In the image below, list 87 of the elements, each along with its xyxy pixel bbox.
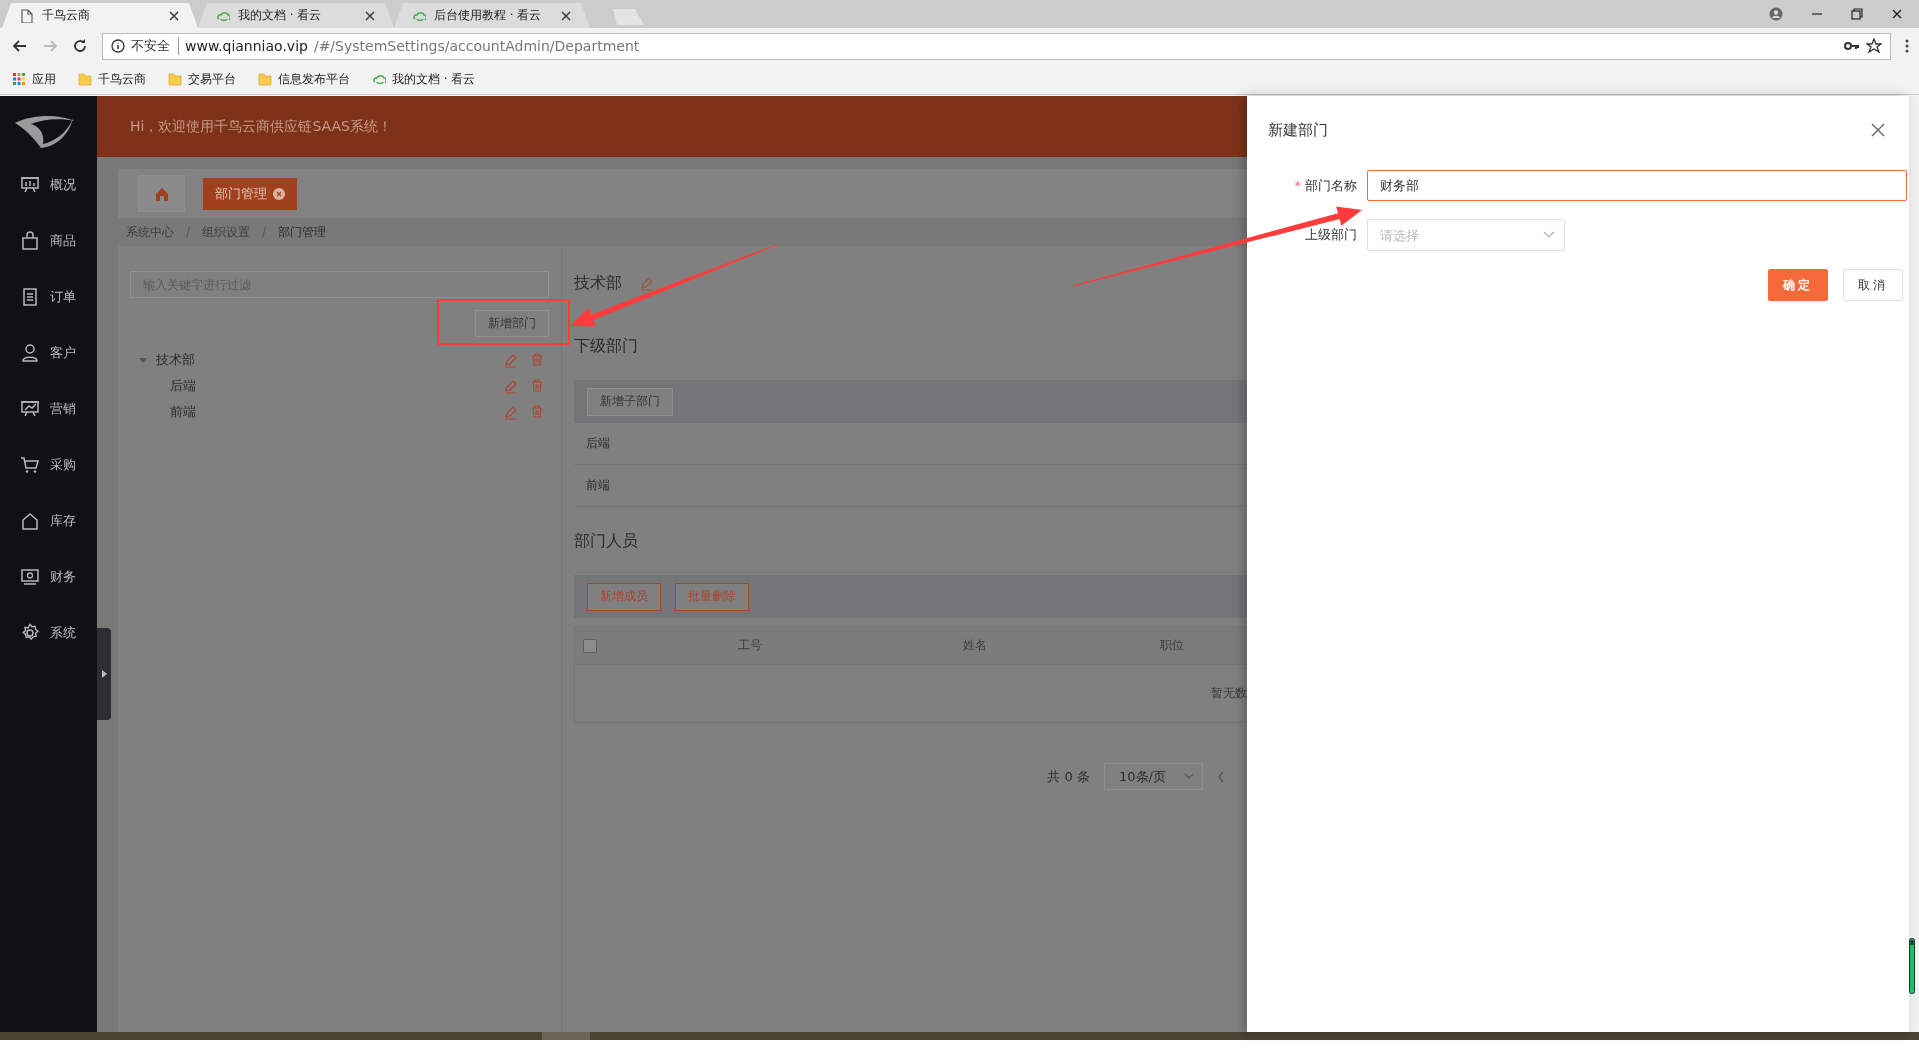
star-icon[interactable] — [1866, 38, 1882, 54]
department-title: 技术部 — [574, 272, 622, 294]
sidebar-item[interactable]: 概况 — [0, 157, 97, 213]
close-icon[interactable] — [560, 9, 572, 22]
field-label: 上级部门 — [1304, 226, 1358, 244]
back-icon[interactable] — [12, 38, 28, 54]
url-host: www.qianniao.vip — [185, 38, 308, 54]
folder-icon — [78, 72, 92, 86]
drawer-title: 新建部门 — [1268, 120, 1328, 140]
tab-title: 后台使用教程 · 看云 — [434, 7, 543, 24]
home-button[interactable] — [138, 175, 185, 212]
close-icon[interactable] — [168, 9, 180, 22]
folder-icon — [168, 72, 182, 86]
chevron-down-icon — [1543, 231, 1555, 238]
sidebar-item[interactable]: 采购 — [0, 437, 97, 493]
breadcrumb-separator: / — [262, 225, 267, 239]
close-icon[interactable] — [1891, 8, 1903, 20]
column-header: 工号 — [737, 637, 763, 654]
sidebar-item[interactable]: 财务 — [0, 549, 97, 605]
tree-node-label[interactable]: 后端 — [170, 377, 504, 395]
caret-icon[interactable] — [138, 355, 148, 365]
apps-grid-icon — [12, 72, 26, 86]
tree-node-label[interactable]: 技术部 — [156, 351, 504, 369]
browser-tab[interactable]: 后台使用教程 · 看云 — [394, 3, 590, 28]
column-header: 职位 — [1159, 637, 1185, 654]
folder-icon — [258, 72, 272, 86]
sidebar-item[interactable]: 系统 — [0, 605, 97, 661]
bookmark[interactable]: 千鸟云商 — [78, 70, 146, 88]
bag-icon — [20, 231, 40, 251]
parent-department-select[interactable]: 请选择 — [1367, 219, 1565, 251]
info-icon[interactable] — [111, 39, 125, 53]
gauge-icon[interactable] — [1909, 938, 1915, 994]
field-label: * 部门名称 — [1293, 176, 1358, 195]
reload-icon[interactable] — [72, 38, 88, 54]
cancel-button[interactable]: 取消 — [1843, 269, 1903, 301]
page-size-select[interactable]: 10条/页 — [1104, 763, 1203, 790]
house-icon — [20, 511, 40, 531]
address-bar[interactable]: 不安全 www.qianniao.vip /#/SystemSettings/accountAdmin/Department — [102, 32, 1891, 60]
tab-title: 千鸟云商 — [42, 7, 91, 24]
settings-icon — [20, 623, 40, 643]
cart-icon — [20, 455, 40, 475]
url-path: /#/SystemSettings/accountAdmin/Department — [313, 38, 640, 54]
section-heading: 下级部门 — [574, 335, 638, 357]
chart-icon — [20, 399, 40, 419]
sidebar-item[interactable]: 商品 — [0, 213, 97, 269]
page-tab[interactable]: 部门管理 — [203, 177, 297, 210]
page-icon — [20, 8, 34, 23]
bookmark[interactable]: 应用 — [12, 70, 56, 88]
close-icon[interactable] — [364, 9, 376, 22]
sidebar-item[interactable]: 订单 — [0, 269, 97, 325]
sidebar-item[interactable]: 库存 — [0, 493, 97, 549]
sidebar-item[interactable]: 营销 — [0, 381, 97, 437]
profile-icon[interactable] — [1769, 7, 1783, 21]
welcome-banner: Hi，欢迎使用千鸟云商供应链SAAS系统！ — [97, 96, 1247, 157]
cloud-icon — [372, 72, 386, 86]
document-icon — [20, 287, 40, 307]
collapse-handle[interactable] — [97, 628, 111, 720]
section-heading: 部门人员 — [574, 530, 638, 552]
tab-title: 我的文档 · 看云 — [238, 7, 323, 24]
sub-department-row[interactable]: 前端 — [574, 465, 1247, 507]
previous-page-icon[interactable] — [1217, 770, 1225, 783]
browser-tab[interactable]: 千鸟云商 — [2, 3, 198, 28]
house-icon — [154, 186, 169, 201]
register-icon — [20, 567, 40, 587]
breadcrumb-separator: / — [186, 225, 191, 239]
column-header: 姓名 — [962, 637, 988, 654]
checkbox[interactable] — [583, 638, 597, 653]
board-icon — [20, 175, 40, 195]
bookmark[interactable]: 交易平台 — [168, 70, 236, 88]
restore-icon[interactable] — [1851, 8, 1863, 20]
name-input-field[interactable]: 财务部 — [1367, 170, 1907, 201]
sidebar-item[interactable]: 客户 — [0, 325, 97, 381]
person-icon — [20, 343, 40, 363]
tree-node-label[interactable]: 前端 — [170, 403, 504, 421]
bookmark[interactable]: 信息发布平台 — [258, 70, 350, 88]
total-count: 共 0 条 — [1047, 767, 1090, 786]
bookmark[interactable]: 我的文档 · 看云 — [372, 70, 476, 88]
chevron-down-icon — [1184, 773, 1194, 780]
browser-tab[interactable]: 我的文档 · 看云 — [198, 3, 394, 28]
sub-department-row[interactable]: 后端 — [574, 423, 1247, 465]
close-icon[interactable] — [1871, 123, 1885, 137]
menu-icon[interactable] — [1905, 39, 1909, 53]
breadcrumb-item: 部门管理 — [278, 223, 327, 241]
caret-icon — [101, 670, 107, 678]
key-icon[interactable] — [1844, 39, 1860, 53]
security-label: 不安全 — [131, 37, 179, 55]
empty-message: 暂无数 — [1211, 685, 1247, 702]
